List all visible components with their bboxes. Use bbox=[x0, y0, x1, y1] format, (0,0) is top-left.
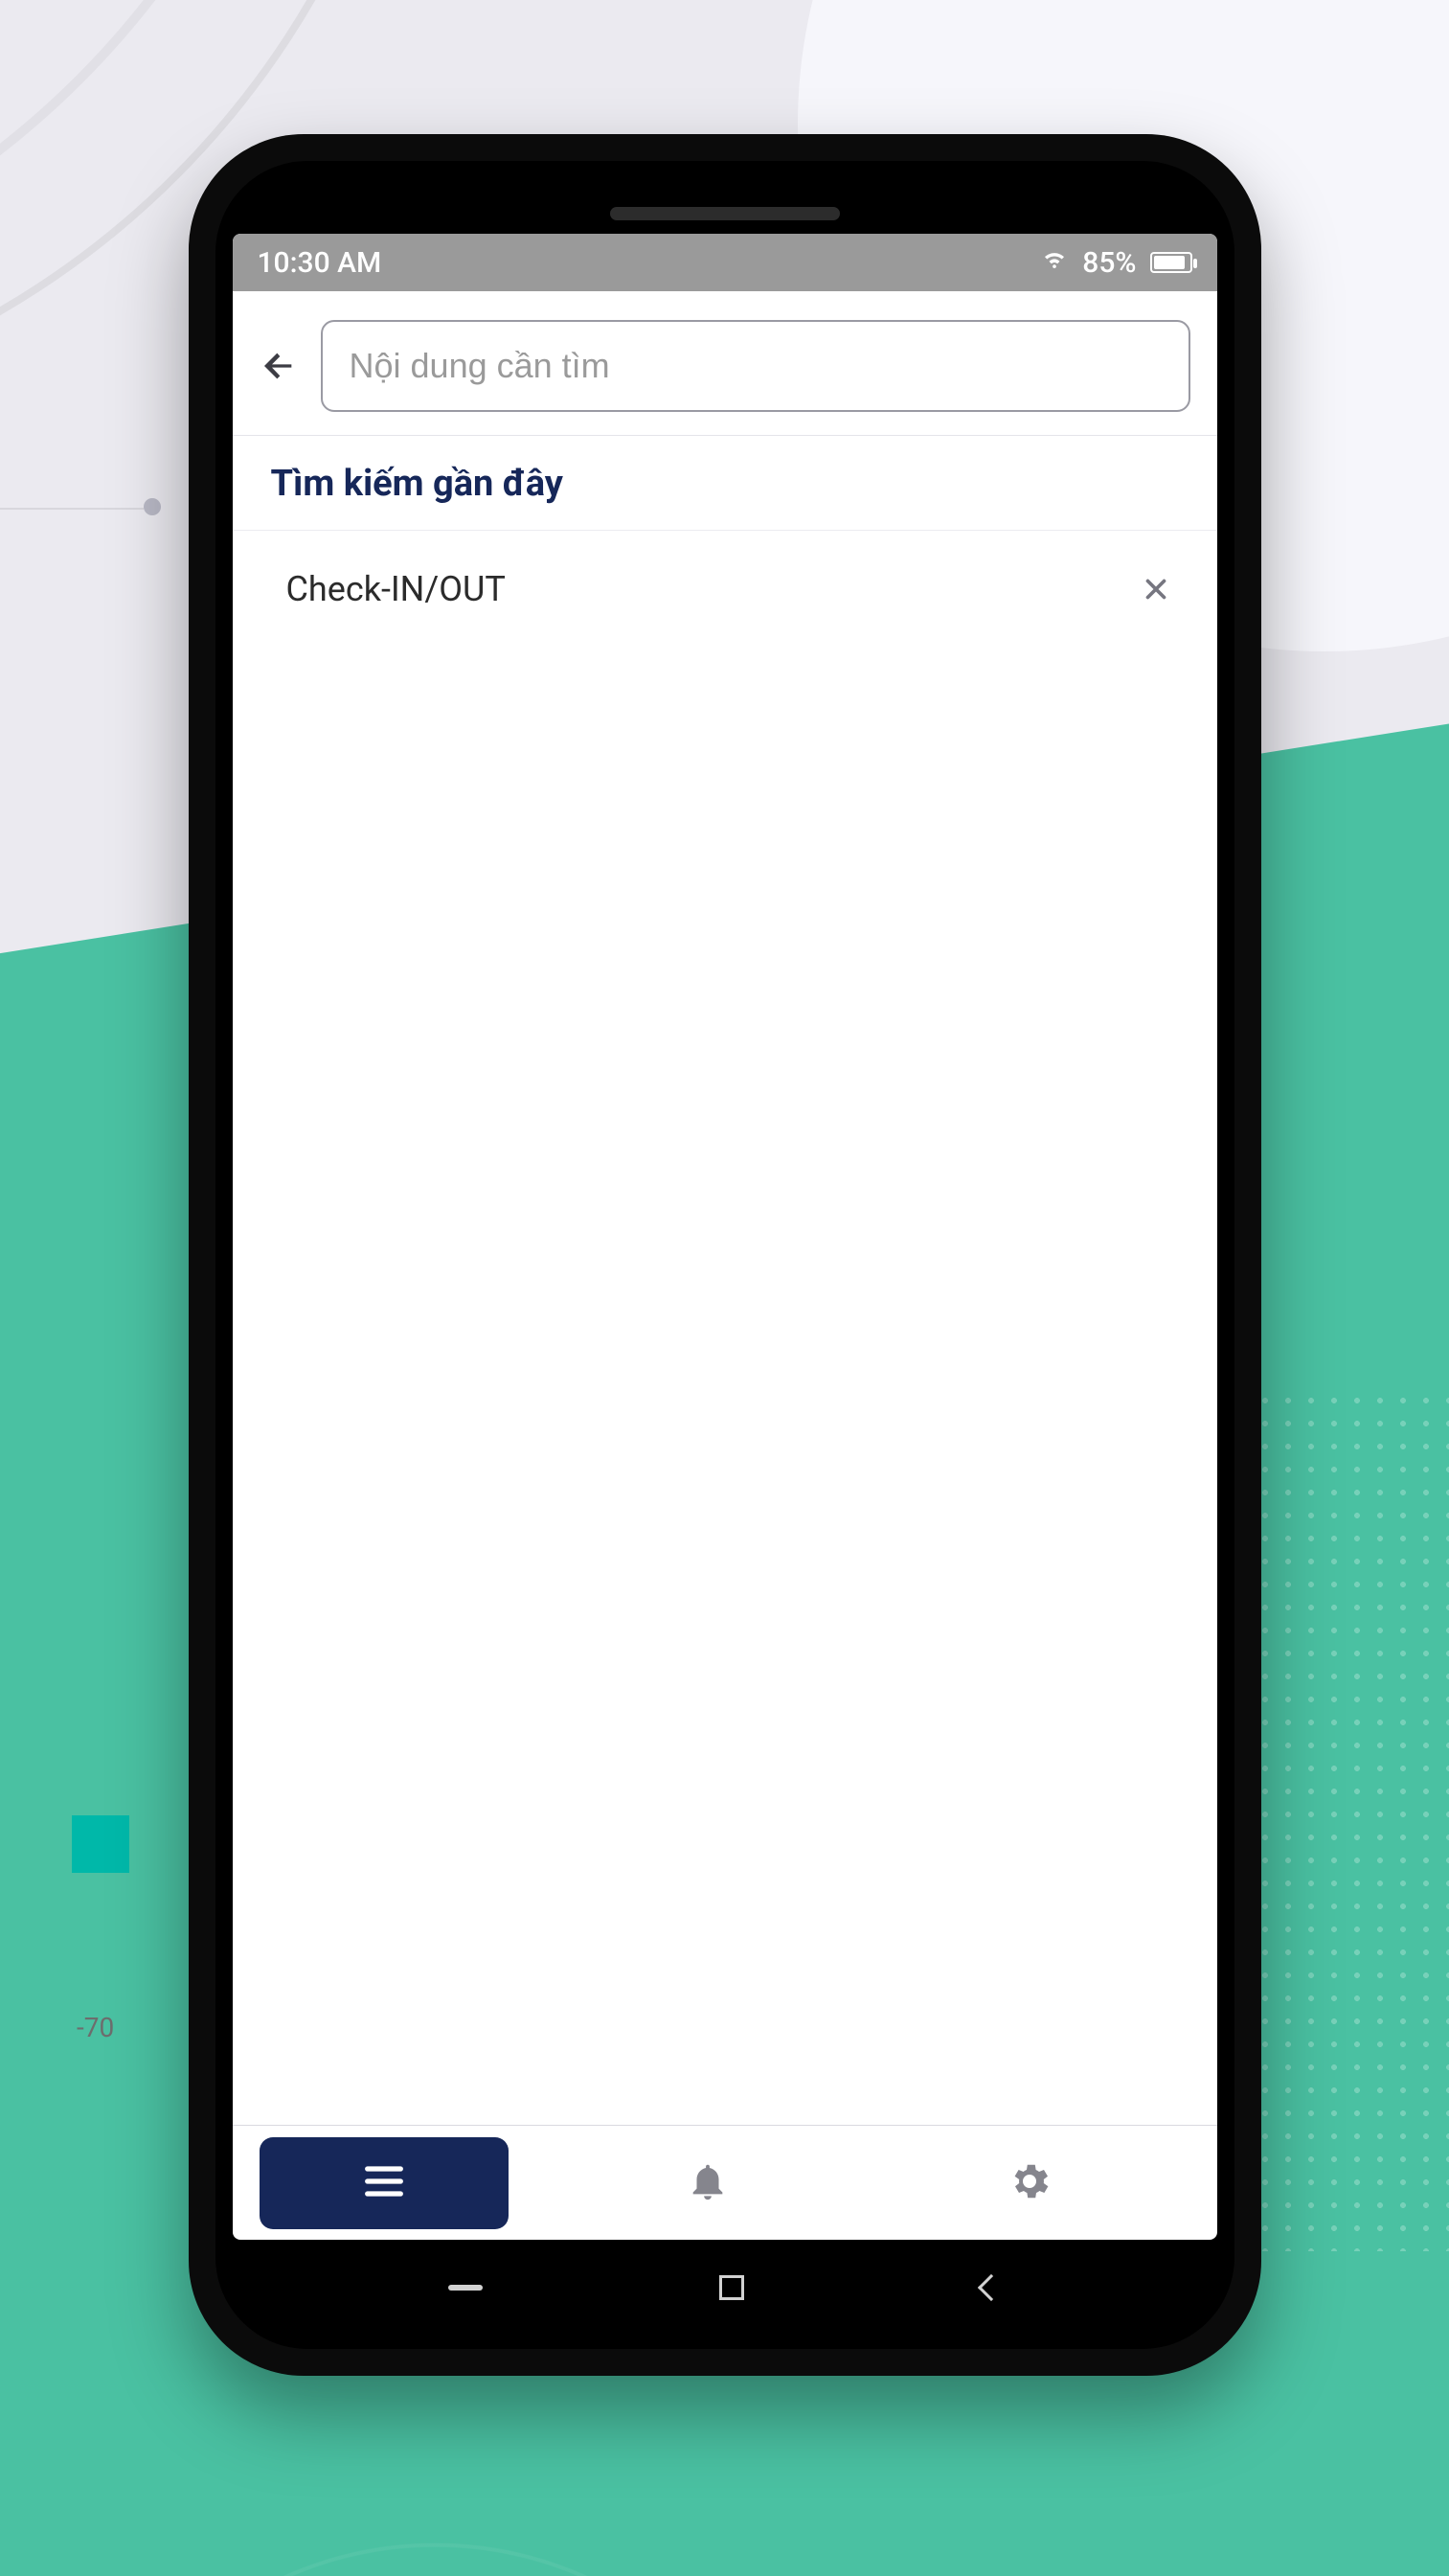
android-nav-bar bbox=[215, 2259, 1234, 2316]
status-time: 10:30 AM bbox=[258, 246, 382, 280]
android-home-button[interactable] bbox=[719, 2275, 744, 2300]
bottom-tab-bar bbox=[233, 2125, 1217, 2240]
tab-menu-button[interactable] bbox=[260, 2137, 509, 2229]
bg-label-neg70: -70 bbox=[77, 2012, 114, 2043]
tab-notifications[interactable] bbox=[681, 2156, 735, 2210]
status-battery-pct: 85% bbox=[1082, 246, 1136, 280]
battery-icon bbox=[1150, 252, 1192, 273]
search-input[interactable] bbox=[350, 346, 1162, 386]
recent-heading: Tìm kiếm gần đây bbox=[233, 436, 1217, 531]
recent-search-list: Check-IN/OUT bbox=[233, 531, 1217, 2125]
bell-icon bbox=[686, 2159, 730, 2207]
app-header bbox=[233, 291, 1217, 436]
gear-icon bbox=[1007, 2158, 1053, 2208]
hamburger-icon bbox=[359, 2156, 409, 2210]
android-recent-button[interactable] bbox=[448, 2285, 483, 2291]
search-field-container[interactable] bbox=[321, 320, 1190, 412]
recent-item[interactable]: Check-IN/OUT bbox=[233, 531, 1217, 648]
back-button[interactable] bbox=[256, 343, 302, 389]
wifi-icon bbox=[1040, 244, 1069, 281]
phone-speaker bbox=[610, 207, 840, 220]
tab-settings[interactable] bbox=[1003, 2156, 1056, 2210]
remove-recent-button[interactable] bbox=[1137, 570, 1175, 608]
android-back-button[interactable] bbox=[978, 2274, 1005, 2301]
recent-item-label: Check-IN/OUT bbox=[286, 569, 506, 609]
status-bar: 10:30 AM 85% bbox=[233, 234, 1217, 291]
phone-frame: 10:30 AM 85% Tìm kiếm gần bbox=[189, 134, 1261, 2376]
app-screen: 10:30 AM 85% Tìm kiếm gần bbox=[233, 234, 1217, 2240]
